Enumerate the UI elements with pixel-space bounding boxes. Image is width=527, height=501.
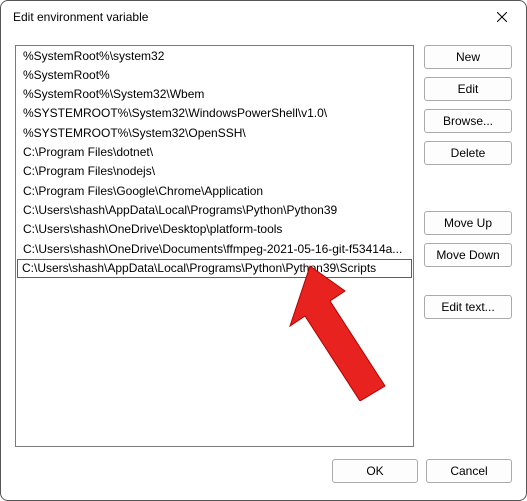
edit-button[interactable]: Edit bbox=[424, 77, 512, 101]
ok-button[interactable]: OK bbox=[332, 459, 418, 483]
browse-button[interactable]: Browse... bbox=[424, 109, 512, 133]
close-button[interactable] bbox=[480, 2, 524, 32]
list-item[interactable]: %SystemRoot% bbox=[17, 66, 412, 85]
edit-text-button[interactable]: Edit text... bbox=[424, 295, 512, 319]
close-icon bbox=[497, 12, 507, 22]
list-item[interactable]: %SYSTEMROOT%\System32\WindowsPowerShell\… bbox=[17, 104, 412, 123]
list-item[interactable]: C:\Users\shash\AppData\Local\Programs\Py… bbox=[17, 201, 412, 220]
window-title: Edit environment variable bbox=[13, 10, 480, 24]
spacer bbox=[424, 275, 512, 287]
list-item[interactable]: C:\Program Files\dotnet\ bbox=[17, 143, 412, 162]
path-edit-input[interactable] bbox=[17, 259, 412, 278]
list-item[interactable]: C:\Users\shash\OneDrive\Desktop\platform… bbox=[17, 220, 412, 239]
spacer bbox=[424, 173, 512, 203]
list-item[interactable]: C:\Program Files\Google\Chrome\Applicati… bbox=[17, 182, 412, 201]
path-listbox[interactable]: %SystemRoot%\system32 %SystemRoot% %Syst… bbox=[15, 45, 414, 447]
annotation-arrow-icon bbox=[280, 261, 400, 401]
list-item[interactable]: %SystemRoot%\system32 bbox=[17, 47, 412, 66]
list-item[interactable]: %SystemRoot%\System32\Wbem bbox=[17, 85, 412, 104]
list-item[interactable]: C:\Program Files\nodejs\ bbox=[17, 162, 412, 181]
dialog-footer: OK Cancel bbox=[1, 455, 526, 500]
buttons-column: New Edit Browse... Delete Move Up Move D… bbox=[424, 45, 512, 447]
move-down-button[interactable]: Move Down bbox=[424, 243, 512, 267]
move-up-button[interactable]: Move Up bbox=[424, 211, 512, 235]
title-bar: Edit environment variable bbox=[1, 1, 526, 33]
new-button[interactable]: New bbox=[424, 45, 512, 69]
list-item-editing[interactable] bbox=[17, 259, 412, 278]
cancel-button[interactable]: Cancel bbox=[426, 459, 512, 483]
list-item[interactable]: %SYSTEMROOT%\System32\OpenSSH\ bbox=[17, 124, 412, 143]
list-item[interactable]: C:\Users\shash\OneDrive\Documents\ffmpeg… bbox=[17, 240, 412, 259]
dialog-content: %SystemRoot%\system32 %SystemRoot% %Syst… bbox=[1, 33, 526, 455]
delete-button[interactable]: Delete bbox=[424, 141, 512, 165]
